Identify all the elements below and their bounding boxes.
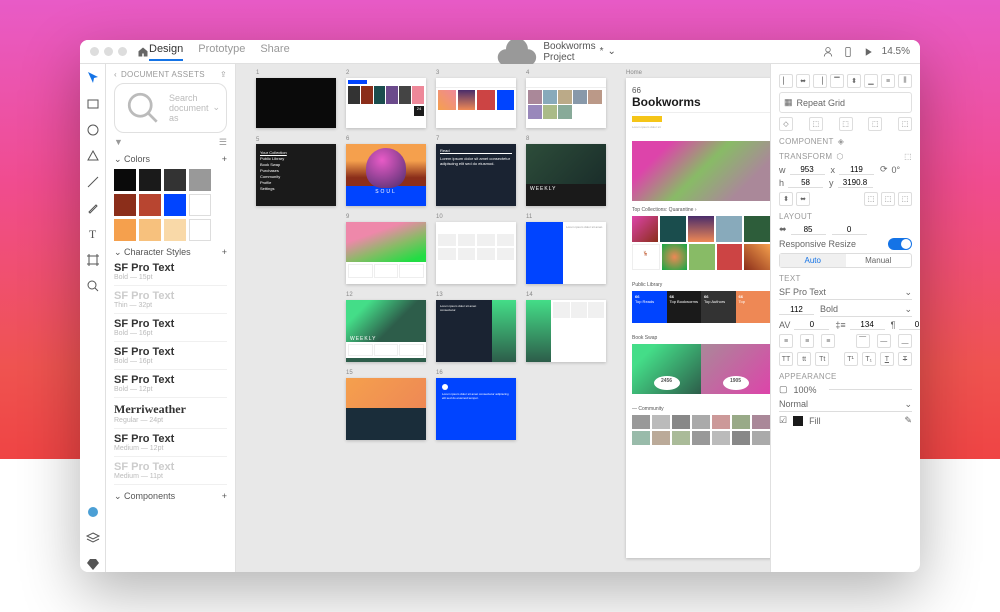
swatch[interactable] xyxy=(189,219,211,241)
play-icon[interactable] xyxy=(862,46,874,58)
text-case[interactable]: TTttTtT¹T₁TT xyxy=(779,352,912,366)
swatch[interactable] xyxy=(139,169,161,191)
assets-header[interactable]: ‹DOCUMENT ASSETS⇪ xyxy=(114,70,227,79)
window-controls[interactable] xyxy=(90,47,127,56)
add-color[interactable]: + xyxy=(222,154,227,164)
eyedropper-icon[interactable]: ✎ xyxy=(904,415,912,426)
zoom-tool[interactable] xyxy=(85,278,101,294)
ellipse-tool[interactable] xyxy=(85,122,101,138)
align-tools[interactable]: ▏⬌▕▔⬍▁ ≡⫼ xyxy=(779,74,912,88)
swatch[interactable] xyxy=(139,219,161,241)
resize-mode[interactable]: AutoManual xyxy=(779,253,912,268)
select-tool[interactable] xyxy=(85,70,101,86)
rectangle-tool[interactable] xyxy=(85,96,101,112)
char-style[interactable]: SF Pro TextBold — 16pt xyxy=(114,346,227,370)
y-input[interactable] xyxy=(838,178,873,188)
libraries-icon[interactable] xyxy=(85,504,101,520)
add-style[interactable]: + xyxy=(222,247,227,257)
swatch[interactable] xyxy=(114,169,136,191)
polygon-tool[interactable] xyxy=(85,148,101,164)
pen-tool[interactable] xyxy=(85,200,101,216)
add-component[interactable]: + xyxy=(222,491,227,501)
swatch[interactable] xyxy=(114,219,136,241)
artboard-tool[interactable] xyxy=(85,252,101,268)
mode-tabs: Design Prototype Share xyxy=(149,43,290,61)
char-style[interactable]: SF Pro TextThin — 32pt xyxy=(114,290,227,314)
color-swatches xyxy=(114,169,227,241)
swatch[interactable] xyxy=(164,219,186,241)
char-style[interactable]: MerriweatherRegular — 24pt xyxy=(114,402,227,429)
responsive-toggle[interactable] xyxy=(888,238,912,250)
height-input[interactable] xyxy=(788,178,823,188)
home-icon[interactable] xyxy=(137,46,149,58)
char-style[interactable]: SF Pro TextBold — 12pt xyxy=(114,374,227,398)
swatch[interactable] xyxy=(114,194,136,216)
user-icon[interactable] xyxy=(822,46,834,58)
toolbar: T xyxy=(80,64,106,572)
swatch[interactable] xyxy=(189,194,211,216)
list-view-icon[interactable]: ☰ xyxy=(219,137,227,148)
titlebar: Design Prototype Share Bookworms Project… xyxy=(80,40,920,64)
filter-icon[interactable]: ▼ xyxy=(114,137,123,148)
font-select[interactable]: SF Pro Text⌄ xyxy=(779,286,912,300)
text-align[interactable]: ≡≡≡⎺―⎽ xyxy=(779,334,912,348)
app-window: Design Prototype Share Bookworms Project… xyxy=(80,40,920,572)
titlebar-actions: 14.5% xyxy=(822,46,910,58)
char-style[interactable]: SF Pro TextBold — 15pt xyxy=(114,262,227,286)
tab-prototype[interactable]: Prototype xyxy=(198,43,245,61)
search-input[interactable]: Search document as⌄ xyxy=(114,83,227,133)
x-input[interactable] xyxy=(839,165,874,175)
char-style[interactable]: SF Pro TextMedium — 11pt xyxy=(114,461,227,485)
swatch[interactable] xyxy=(164,194,186,216)
line-tool[interactable] xyxy=(85,174,101,190)
tab-share[interactable]: Share xyxy=(260,43,289,61)
tab-design[interactable]: Design xyxy=(149,43,183,61)
width-input[interactable] xyxy=(790,165,825,175)
layers-icon[interactable] xyxy=(85,530,101,546)
swatch[interactable] xyxy=(139,194,161,216)
swatch[interactable] xyxy=(164,169,186,191)
canvas[interactable]: 1 2 24 3 4 xyxy=(236,64,770,572)
plugins-icon[interactable] xyxy=(85,556,101,572)
inspector-panel: ▏⬌▕▔⬍▁ ≡⫼ ▦Repeat Grid ◇⬚⬚⬚⬚ COMPONENT ◈… xyxy=(770,64,920,572)
zoom-level[interactable]: 14.5% xyxy=(882,46,910,57)
assets-panel: ‹DOCUMENT ASSETS⇪ Search document as⌄ ▼ ☰… xyxy=(106,64,236,572)
repeat-grid-button[interactable]: ▦Repeat Grid xyxy=(779,92,912,113)
swatch[interactable] xyxy=(189,169,211,191)
mobile-icon[interactable] xyxy=(842,46,854,58)
char-style[interactable]: SF Pro TextBold — 16pt xyxy=(114,318,227,342)
char-style[interactable]: SF Pro TextMedium — 12pt xyxy=(114,433,227,457)
blend-mode[interactable]: Normal⌄ xyxy=(779,398,912,412)
text-tool[interactable]: T xyxy=(85,226,101,242)
